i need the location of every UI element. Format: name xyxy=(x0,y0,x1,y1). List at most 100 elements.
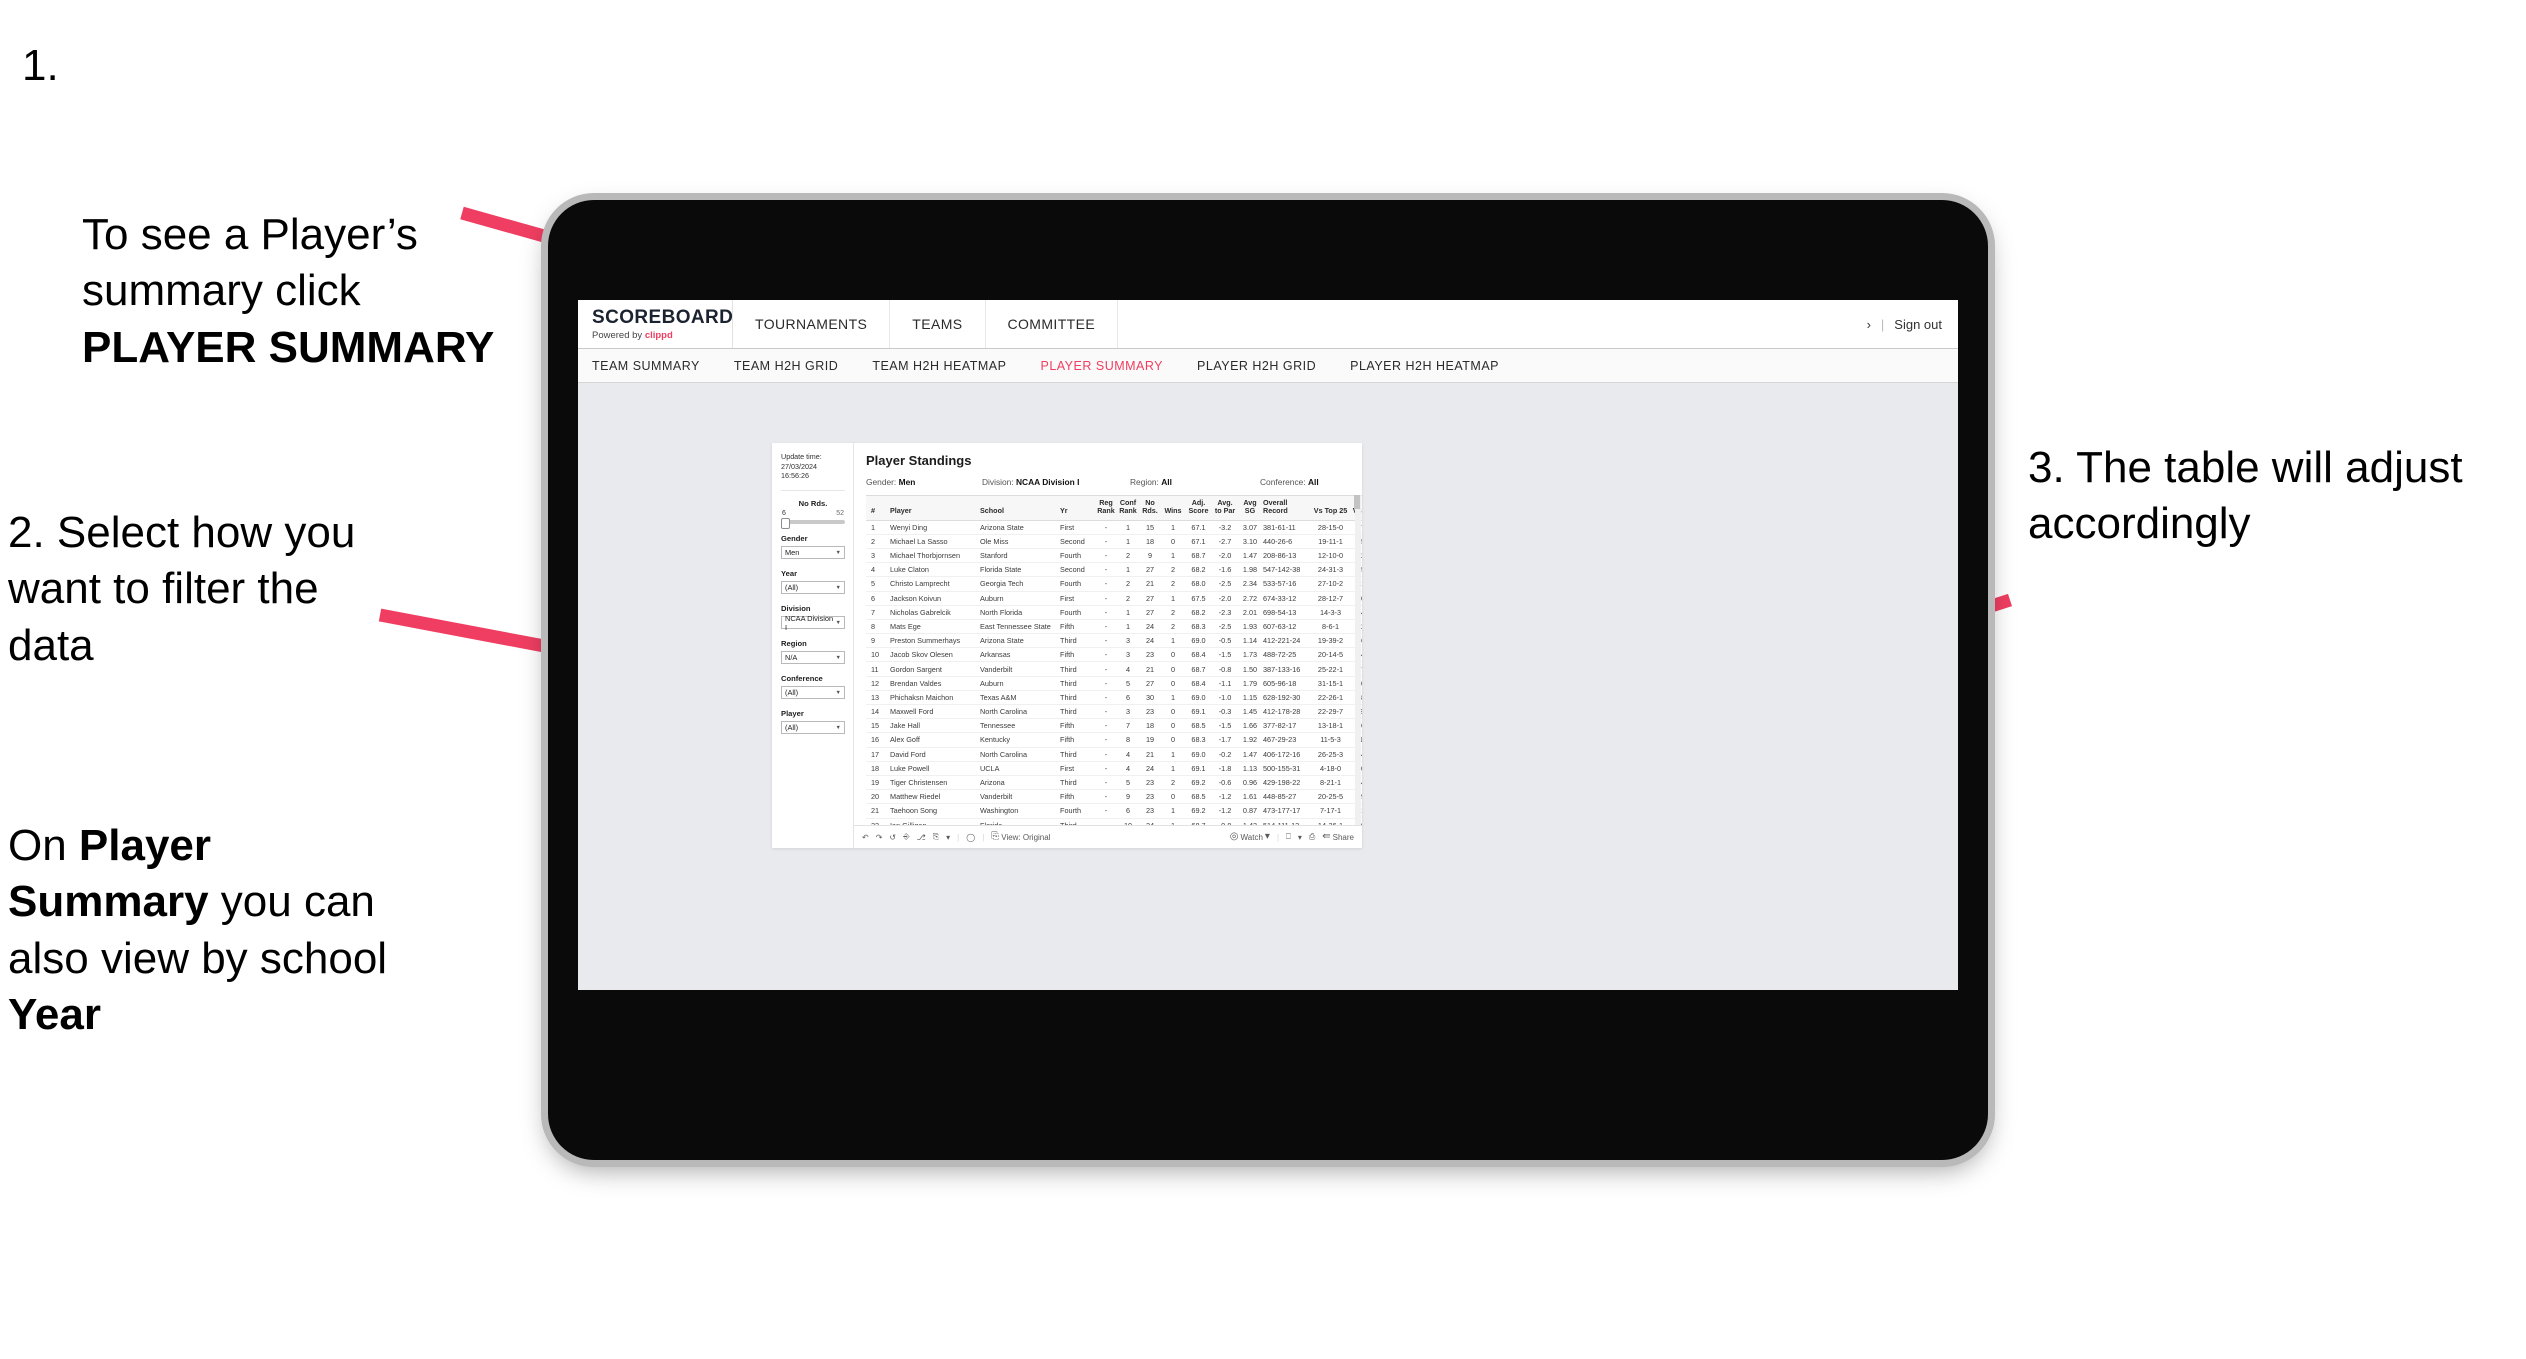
cell-vs-top-25: 26-25-3 xyxy=(1311,747,1350,762)
table-row[interactable]: 21 Taehoon Song Washington Fourth -6 23 1 69.2-… xyxy=(866,803,1362,819)
table-row[interactable]: 1 Wenyi Ding Arizona State First -1 15 1 67.1 -3… xyxy=(866,520,1362,535)
chevron-down-icon: ▼ xyxy=(835,549,841,556)
undo-icon[interactable]: ↶ xyxy=(862,833,869,842)
topnav-item-teams[interactable]: TEAMS xyxy=(890,300,986,348)
filter-division-label: Division xyxy=(781,604,811,614)
table-row[interactable]: 16 Alex Goff Kentucky Fifth -8 19 0 68.3 -1.7 1.9… xyxy=(866,732,1362,748)
column-header-adj-score[interactable]: Adj. Score xyxy=(1185,495,1212,521)
cell-school: Arizona State xyxy=(979,520,1059,535)
cell-year: Third xyxy=(1059,747,1095,762)
table-row[interactable]: 12 Brendan Valdes Auburn Third -5 27 0 68.4 -1.1… xyxy=(866,676,1362,691)
table-row[interactable]: 2 Michael La Sasso Ole Miss Second -1 18 0 67.1… xyxy=(866,534,1362,549)
column-header-vs-top-25[interactable]: Vs Top 25 xyxy=(1311,495,1350,521)
table-row[interactable]: 22Ian GilliganFloridaThird-1024168.7-0.8… xyxy=(866,818,1362,825)
tab-team-summary[interactable]: TEAM SUMMARY xyxy=(592,359,700,373)
cell-year: Fourth xyxy=(1059,803,1095,819)
filter-player-value: (All) xyxy=(785,723,799,733)
column-header-avg-sg[interactable]: Avg SG xyxy=(1238,495,1262,521)
filter-division-select[interactable]: NCAA Division I ▼ xyxy=(781,613,845,632)
topnav-item-committee[interactable]: COMMITTEE xyxy=(986,300,1119,348)
chevron-right-icon[interactable]: › xyxy=(1867,317,1871,332)
watch-button[interactable]: ◎ Watch ▾ xyxy=(1230,832,1270,842)
cell-adj-score: 68.7 xyxy=(1185,818,1212,825)
cell-wins: 1 xyxy=(1161,633,1185,649)
cell-reg-rank: - xyxy=(1095,732,1117,748)
table-row[interactable]: 10 Jacob Skov Olesen Arkansas Fifth -3 23 0 68.… xyxy=(866,647,1362,663)
table-row[interactable]: 20 Matthew Riedel Vanderbilt Fifth -9 23 0 68.5… xyxy=(866,789,1362,805)
filter-region-value: N/A xyxy=(785,653,798,663)
table-row[interactable]: 17 David Ford North Carolina Third -4 21 1 69.0… xyxy=(866,747,1362,762)
refresh-icon[interactable]: ⎆ xyxy=(903,832,909,842)
tab-team-h2h-grid[interactable]: TEAM H2H GRID xyxy=(734,359,838,373)
pause-icon[interactable]: ⎇ xyxy=(917,833,926,842)
table-row[interactable]: 18 Luke Powell UCLA First -4 24 1 69.1 -1.8 1.13 5… xyxy=(866,761,1362,776)
table-row[interactable]: 3 Michael Thorbjornsen Stanford Fourth -2 9 1 6… xyxy=(866,548,1362,564)
share-button[interactable]: ⇚ Share xyxy=(1322,832,1354,842)
filter-conference-select[interactable]: (All) ▼ xyxy=(781,686,845,700)
table-scrollbar-track[interactable] xyxy=(1354,495,1361,825)
table-row[interactable]: 14 Maxwell Ford North Carolina Third -3 23 0 69… xyxy=(866,704,1362,720)
column-header-conf-rank[interactable]: Conf Rank xyxy=(1117,495,1139,521)
view-original-button[interactable]: ⎘ View: Original xyxy=(991,832,1050,842)
no-rounds-slider-handle[interactable] xyxy=(781,517,790,529)
table-row[interactable]: 6 Jackson Koivun Auburn First -2 27 1 67.5 -2.0 2… xyxy=(866,591,1362,606)
filter-no-rounds: No Rds. 6 52 xyxy=(781,499,845,529)
redo-icon[interactable]: ↷ xyxy=(876,833,883,842)
clock-icon[interactable]: ◯ xyxy=(966,833,975,842)
fullscreen-icon[interactable]: ⎙ xyxy=(1309,832,1315,842)
tab-player-h2h-heatmap[interactable]: PLAYER H2H HEATMAP xyxy=(1350,359,1499,373)
cell-avg-to-par: -1.2 xyxy=(1212,789,1238,805)
column-header-reg-rank[interactable]: Reg Rank xyxy=(1095,495,1117,521)
cell-overall-record: 698-54-13 xyxy=(1262,605,1311,620)
cell-avg-sg: 1.14 xyxy=(1238,633,1262,649)
column-header-no-rounds[interactable]: No Rds. xyxy=(1139,495,1161,521)
table-scrollbar-thumb[interactable] xyxy=(1354,495,1360,509)
cell-avg-to-par: -2.5 xyxy=(1212,576,1238,592)
filter-player-select[interactable]: (All) ▼ xyxy=(781,721,845,735)
cell-overall-record: 514-111-12 xyxy=(1262,818,1311,825)
table-row[interactable]: 9 Preston Summerhays Arizona State Third -3 2… xyxy=(866,633,1362,649)
cell-year: First xyxy=(1059,761,1095,776)
column-header-wins[interactable]: Wins xyxy=(1161,495,1185,521)
cell-no-rounds: 24 xyxy=(1139,761,1161,776)
table-row[interactable]: 13 Phichaksn Maichon Texas A&M Third -6 30 1 69… xyxy=(866,690,1362,706)
tab-team-h2h-heatmap[interactable]: TEAM H2H HEATMAP xyxy=(872,359,1006,373)
caret-down-icon[interactable]: ▾ xyxy=(946,833,950,842)
table-row[interactable]: 4 Luke Claton Florida State Second -1 27 2 68.2… xyxy=(866,562,1362,578)
column-header-rank[interactable]: # xyxy=(866,495,889,521)
sign-out-link[interactable]: Sign out xyxy=(1894,317,1942,332)
no-rounds-slider[interactable] xyxy=(781,517,845,529)
tab-player-h2h-grid[interactable]: PLAYER H2H GRID xyxy=(1197,359,1316,373)
topnav-item-tournaments[interactable]: TOURNAMENTS xyxy=(733,300,891,348)
column-header-school[interactable]: School xyxy=(979,495,1059,521)
chevron-down-icon[interactable]: ▾ xyxy=(1298,833,1302,842)
cell-avg-sg: 1.13 xyxy=(1238,761,1262,776)
table-row[interactable]: 7 Nicholas Gabrelcik North Florida Fourth -1… xyxy=(866,605,1362,620)
tab-player-summary[interactable]: PLAYER SUMMARY xyxy=(1040,359,1163,373)
cell-avg-sg: 1.98 xyxy=(1238,562,1262,578)
table-row[interactable]: 19 Tiger Christensen Arizona Third -5 23 2 69.2… xyxy=(866,775,1362,791)
filter-gender-value: Men xyxy=(785,548,800,558)
cell-overall-record: 488-72-25 xyxy=(1262,647,1311,663)
filter-region-select[interactable]: N/A ▼ xyxy=(781,651,845,665)
cell-adj-score: 68.5 xyxy=(1185,789,1212,805)
table-row[interactable]: 11 Gordon Sargent Vanderbilt Third -4 21 0 68.7… xyxy=(866,661,1362,677)
table-row[interactable]: 8 Mats Ege East Tennessee State Fifth -1 24 2 6… xyxy=(866,619,1362,635)
cell-reg-rank: - xyxy=(1095,775,1117,791)
download-export-icon[interactable]: ⎕ xyxy=(1286,832,1291,842)
column-header-avg-to-par[interactable]: Avg. to Par xyxy=(1212,495,1238,521)
filter-gender-select[interactable]: Men ▼ xyxy=(781,546,845,560)
filter-year-select[interactable]: (All) ▼ xyxy=(781,581,845,595)
column-header-overall-record[interactable]: Overall Record xyxy=(1262,495,1311,521)
revert-icon[interactable]: ↺ xyxy=(889,833,896,842)
cell-rank: 17 xyxy=(866,747,889,762)
cell-player: Jake Hall xyxy=(889,718,979,734)
app-logo[interactable]: SCOREBOARD Powered by clippd xyxy=(578,300,733,348)
filter-division-value: NCAA Division I xyxy=(785,613,834,632)
column-header-year[interactable]: Yr xyxy=(1059,495,1095,521)
table-row[interactable]: 5 Christo Lamprecht Georgia Tech Fourth -2 21… xyxy=(866,576,1362,592)
layout-icon[interactable]: ⎘ xyxy=(933,832,939,842)
column-header-player[interactable]: Player xyxy=(889,495,979,521)
cell-year: Fifth xyxy=(1059,732,1095,748)
table-row[interactable]: 15 Jake Hall Tennessee Fifth -7 18 0 68.5 -1.5 1.… xyxy=(866,718,1362,734)
